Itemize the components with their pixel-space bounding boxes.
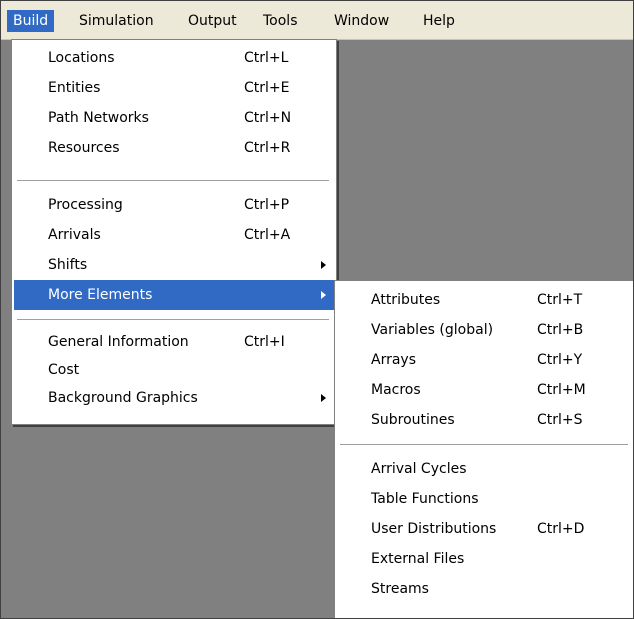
menu-item-background-graphics[interactable]: Background Graphics [14, 383, 334, 413]
menu-item-label: General Information [48, 334, 189, 350]
menu-item-label: Background Graphics [48, 390, 198, 406]
menu-item-shortcut: Ctrl+B [537, 322, 584, 338]
application-window: Build Simulation Output Tools Window Hel… [0, 0, 634, 619]
menu-item-path-networks[interactable]: Path Networks Ctrl+N [14, 103, 334, 133]
menu-tools[interactable]: Tools [257, 10, 304, 32]
menu-item-user-distributions[interactable]: User Distributions Ctrl+D [337, 514, 633, 544]
menu-item-shortcut: Ctrl+M [537, 382, 586, 398]
menu-item-arrivals[interactable]: Arrivals Ctrl+A [14, 220, 334, 250]
menu-item-shortcut: Ctrl+S [537, 412, 583, 428]
menu-item-label: User Distributions [371, 521, 497, 537]
menu-item-streams[interactable]: Streams [337, 574, 633, 604]
menu-item-label: Streams [371, 581, 429, 597]
menu-output[interactable]: Output [182, 10, 243, 32]
menu-item-label: Processing [48, 197, 123, 213]
menu-item-resources[interactable]: Resources Ctrl+R [14, 133, 334, 163]
menu-item-more-elements[interactable]: More Elements [14, 280, 334, 310]
menu-item-shortcut: Ctrl+Y [537, 352, 583, 368]
menu-item-shortcut: Ctrl+T [537, 292, 583, 308]
menu-item-shortcut: Ctrl+R [244, 140, 291, 156]
menu-item-cost[interactable]: Cost [14, 355, 334, 385]
menu-separator [17, 180, 329, 182]
menu-item-label: Arrivals [48, 227, 101, 243]
menu-item-shifts[interactable]: Shifts [14, 250, 334, 280]
menu-item-processing[interactable]: Processing Ctrl+P [14, 190, 334, 220]
menu-item-label: Macros [371, 382, 421, 398]
menu-item-label: Resources [48, 140, 120, 156]
menu-item-shortcut: Ctrl+P [244, 197, 290, 213]
menu-item-label: Table Functions [371, 491, 479, 507]
menu-item-shortcut: Ctrl+N [244, 110, 292, 126]
menu-item-arrays[interactable]: Arrays Ctrl+Y [337, 345, 633, 375]
menu-item-subroutines[interactable]: Subroutines Ctrl+S [337, 405, 633, 435]
submenu-arrow-icon [321, 291, 326, 299]
menu-item-shortcut: Ctrl+I [244, 334, 285, 350]
menu-item-general-information[interactable]: General Information Ctrl+I [14, 327, 334, 357]
menu-item-label: Arrays [371, 352, 417, 368]
submenu-arrow-icon [321, 261, 326, 269]
menu-item-locations[interactable]: Locations Ctrl+L [14, 43, 334, 73]
menu-item-label: Attributes [371, 292, 441, 308]
menu-separator [340, 444, 628, 446]
menu-item-arrival-cycles[interactable]: Arrival Cycles [337, 454, 633, 484]
more-elements-submenu: Attributes Ctrl+T Variables (global) Ctr… [334, 280, 633, 618]
submenu-arrow-icon [321, 394, 326, 402]
menu-item-label: Cost [48, 362, 80, 378]
menu-build[interactable]: Build [7, 10, 55, 32]
menu-item-label: More Elements [48, 287, 153, 303]
menu-separator [17, 319, 329, 321]
menu-item-label: Locations [48, 50, 115, 66]
menu-item-shortcut: Ctrl+D [537, 521, 585, 537]
menu-help[interactable]: Help [417, 10, 461, 32]
menu-item-label: External Files [371, 551, 465, 567]
menu-item-shortcut: Ctrl+A [244, 227, 291, 243]
build-menu: Locations Ctrl+L Entities Ctrl+E Path Ne… [11, 39, 337, 425]
menu-item-external-files[interactable]: External Files [337, 544, 633, 574]
menu-item-label: Variables (global) [371, 322, 494, 338]
menu-window[interactable]: Window [328, 10, 395, 32]
menu-item-label: Arrival Cycles [371, 461, 467, 477]
menu-simulation[interactable]: Simulation [73, 10, 160, 32]
menu-item-label: Entities [48, 80, 101, 96]
menu-item-shortcut: Ctrl+E [244, 80, 290, 96]
menu-item-entities[interactable]: Entities Ctrl+E [14, 73, 334, 103]
menu-item-shortcut: Ctrl+L [244, 50, 289, 66]
menu-item-table-functions[interactable]: Table Functions [337, 484, 633, 514]
menu-item-variables-global[interactable]: Variables (global) Ctrl+B [337, 315, 633, 345]
menu-item-label: Path Networks [48, 110, 149, 126]
menu-item-attributes[interactable]: Attributes Ctrl+T [337, 285, 633, 315]
menu-item-label: Subroutines [371, 412, 455, 428]
menu-item-macros[interactable]: Macros Ctrl+M [337, 375, 633, 405]
menu-item-label: Shifts [48, 257, 88, 273]
menu-bar: Build Simulation Output Tools Window Hel… [1, 1, 633, 40]
